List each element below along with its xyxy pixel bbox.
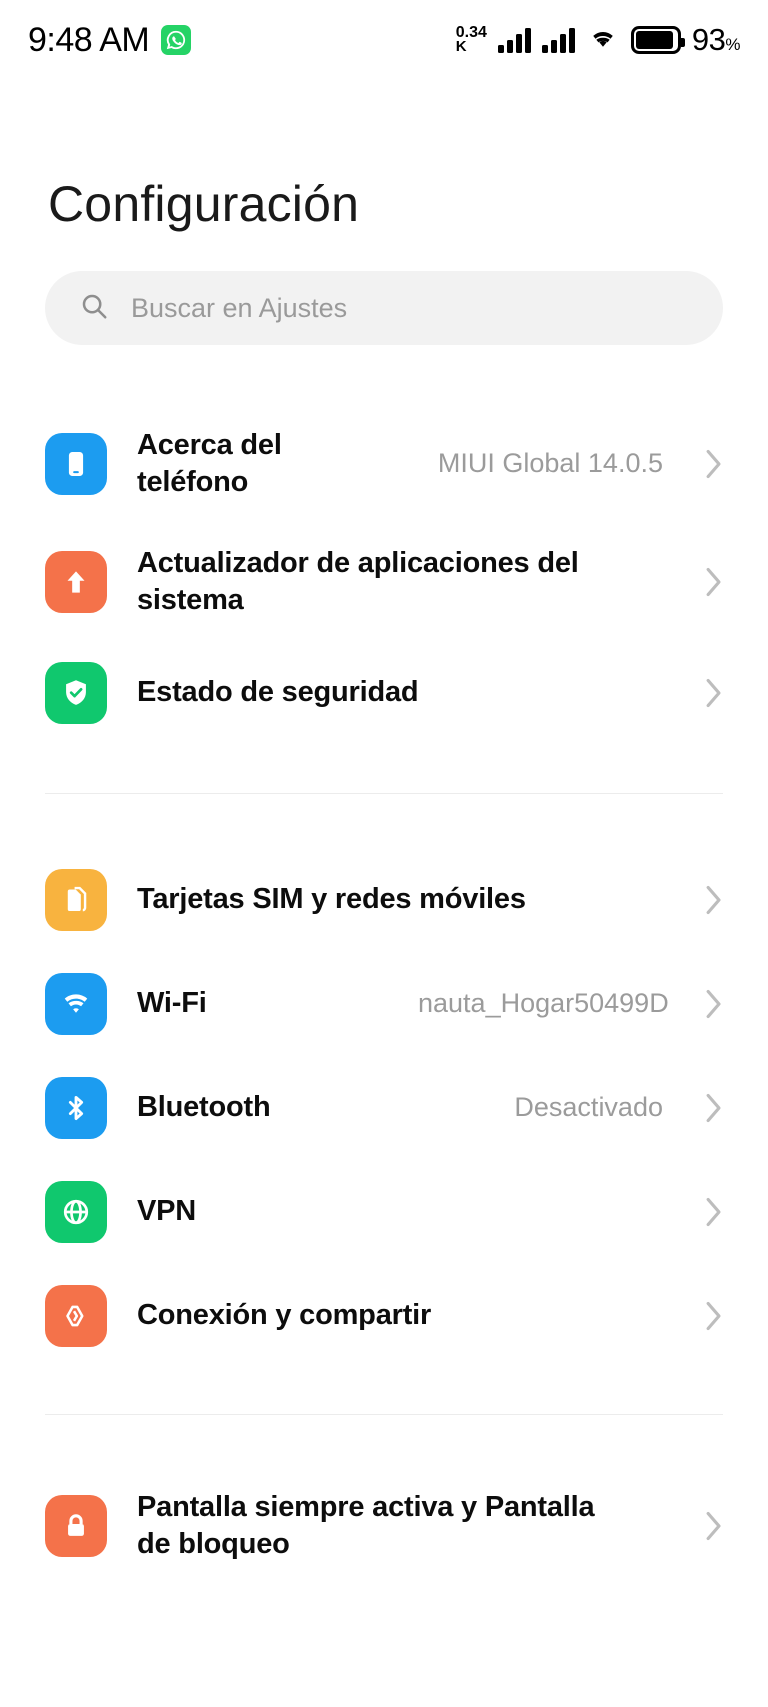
settings-group: Pantalla siempre activa y Pantalla de bl…	[45, 1467, 723, 1585]
whatsapp-icon	[161, 25, 192, 55]
settings-list: Acerca del teléfono MIUI Global 14.0.5 A…	[0, 383, 768, 1585]
settings-row-bluetooth[interactable]: Bluetooth Desactivado	[45, 1056, 723, 1160]
data-rate-indicator: 0.34 K	[455, 24, 487, 56]
settings-row-value: MIUI Global 14.0.5	[437, 448, 663, 479]
settings-row-label: Wi-Fi	[137, 987, 207, 1020]
settings-row-conexion-y-compartir[interactable]: Conexión y compartir	[45, 1264, 723, 1368]
search-container: Buscar en Ajustes	[0, 233, 768, 345]
lock-icon	[45, 1495, 107, 1557]
group-divider	[45, 1414, 723, 1415]
settings-row-tarjetas-sim-y-redes-moviles[interactable]: Tarjetas SIM y redes móviles	[45, 848, 723, 952]
settings-row-actualizador-de-aplicaciones-del-sistema[interactable]: Actualizador de aplicaciones del sistema	[45, 523, 723, 641]
battery-percent: 93%	[691, 22, 741, 57]
status-bar-left: 9:48 AM	[28, 20, 192, 60]
settings-row-label: Conexión y compartir	[137, 1299, 432, 1332]
settings-row-label: Tarjetas SIM y redes móviles	[137, 883, 526, 916]
search-placeholder: Buscar en Ajustes	[131, 292, 348, 323]
signal-bars-icon-sim1	[497, 27, 531, 53]
group-divider	[45, 793, 723, 794]
status-bar-right: 0.34 K 93%	[455, 0, 741, 80]
bluetooth-icon	[45, 1077, 107, 1139]
settings-row-estado-de-seguridad[interactable]: Estado de seguridad	[45, 641, 723, 745]
settings-row-value: Desactivado	[514, 1092, 663, 1123]
chevron-right-icon	[693, 1197, 723, 1227]
chevron-right-icon	[693, 989, 723, 1019]
chevron-right-icon	[693, 567, 723, 597]
settings-group: Acerca del teléfono MIUI Global 14.0.5 A…	[45, 405, 723, 745]
chevron-right-icon	[693, 449, 723, 479]
search-icon	[79, 291, 109, 326]
settings-row-pantalla-siempre-activa-y-pantalla-de-bloqueo[interactable]: Pantalla siempre activa y Pantalla de bl…	[45, 1467, 723, 1585]
chevron-right-icon	[693, 1301, 723, 1331]
globe-icon	[45, 1181, 107, 1243]
chevron-right-icon	[693, 1511, 723, 1541]
page-title: Configuración	[48, 176, 360, 232]
wifi-icon	[45, 973, 107, 1035]
chevron-right-icon	[693, 678, 723, 708]
settings-row-label: VPN	[137, 1195, 197, 1228]
settings-row-wi-fi[interactable]: Wi-Fi nauta_Hogar50499D	[45, 952, 723, 1056]
search-input[interactable]: Buscar en Ajustes	[45, 271, 723, 345]
sim-card-icon	[45, 869, 107, 931]
wifi-icon	[586, 25, 620, 56]
settings-group: Tarjetas SIM y redes móviles Wi-Fi nauta…	[45, 848, 723, 1368]
settings-row-vpn[interactable]: VPN	[45, 1160, 723, 1264]
settings-row-label: Pantalla siempre activa y Pantalla de bl…	[137, 1490, 595, 1560]
settings-row-label: Actualizador de aplicaciones del sistema	[137, 546, 579, 616]
settings-row-label: Bluetooth	[137, 1091, 271, 1124]
settings-row-label: Acerca del teléfono	[137, 428, 282, 498]
arrow-up-icon	[45, 551, 107, 613]
data-rate-unit: K	[455, 38, 467, 56]
battery-icon	[630, 26, 685, 54]
signal-bars-icon-sim2	[541, 27, 575, 53]
chevron-right-icon	[693, 885, 723, 915]
share-connection-icon	[45, 1285, 107, 1347]
status-bar: 9:48 AM 0.34 K 93%	[0, 0, 768, 80]
settings-row-label: Estado de seguridad	[137, 676, 419, 709]
chevron-right-icon	[693, 1093, 723, 1123]
status-bar-clock: 9:48 AM	[28, 20, 150, 59]
settings-row-value: nauta_Hogar50499D	[418, 988, 669, 1019]
shield-check-icon	[45, 662, 107, 724]
phone-icon	[45, 433, 107, 495]
settings-row-acerca-del-telefono[interactable]: Acerca del teléfono MIUI Global 14.0.5	[45, 405, 723, 523]
